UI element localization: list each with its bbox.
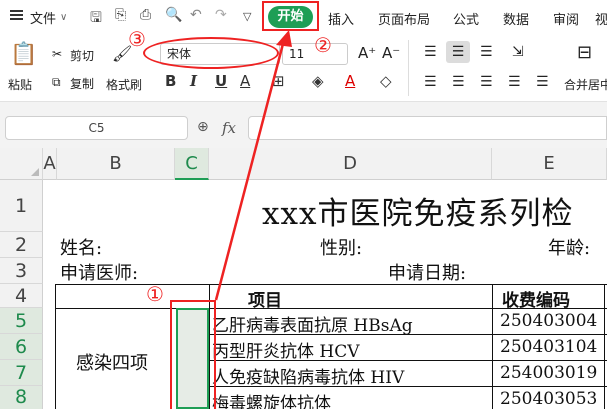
annotation-arrow (214, 30, 292, 301)
